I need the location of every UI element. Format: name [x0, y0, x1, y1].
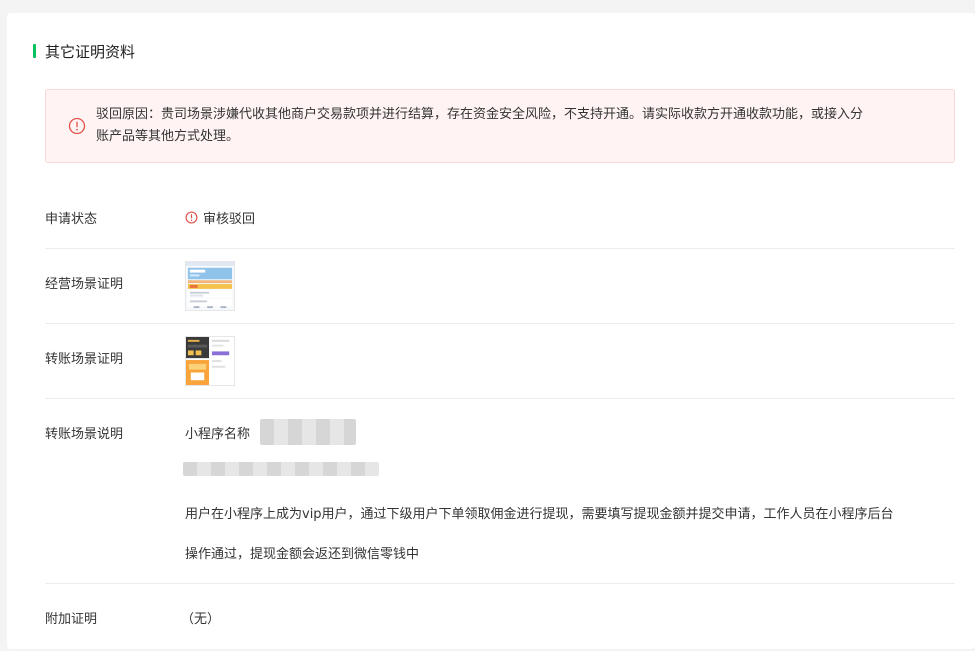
row-extra-proof: 附加证明 （无） [45, 584, 955, 644]
transfer-desc-label: 转账场景说明 [45, 427, 124, 442]
transfer-proof-thumbnail[interactable] [185, 336, 235, 386]
reject-reason-line-2: 账产品等其他方式处理。 [96, 129, 240, 144]
transfer-desc-line-1: 用户在小程序上成为vip用户，通过下级用户下单领取佣金进行提现，需要填写提现金额… [185, 507, 894, 522]
row-transfer-description: 转账场景说明 小程序名称 用户在小程序上成为vip用户，通过下级用户下单领取佣金… [45, 399, 955, 584]
status-label: 申请状态 [45, 212, 98, 227]
status-badge: 审核驳回 [185, 208, 255, 227]
title-accent-bar [33, 44, 36, 58]
screenshot-thumbnail-image [185, 336, 235, 386]
reject-reason-text: 驳回原因：贵司场景涉嫌代收其他商户交易款项并进行结算，存在资金安全风险，不支持开… [96, 104, 863, 148]
reject-reason-line-1: 驳回原因：贵司场景涉嫌代收其他商户交易款项并进行结算，存在资金安全风险，不支持开… [96, 107, 864, 122]
warning-circle-icon [68, 117, 86, 135]
row-application-status: 申请状态 审核驳回 [45, 188, 955, 249]
reject-alert: 驳回原因：贵司场景涉嫌代收其他商户交易款项并进行结算，存在资金安全风险，不支持开… [45, 89, 955, 163]
redacted-mini-program-name [260, 419, 357, 445]
section-title: 其它证明资料 [33, 41, 135, 61]
row-business-proof: 经营场景证明 [45, 249, 955, 324]
transfer-proof-label: 转账场景证明 [45, 352, 124, 367]
business-proof-thumbnail[interactable] [185, 261, 235, 311]
transfer-desc-line-2: 操作通过，提现金额会返还到微信零钱中 [185, 547, 420, 562]
mini-program-name-label: 小程序名称 [185, 426, 251, 442]
redacted-line [183, 461, 379, 476]
proof-card: 其它证明资料 驳回原因：贵司场景涉嫌代收其他商户交易款项并进行结算，存在资金安全… [7, 13, 975, 649]
section-title-text: 其它证明资料 [45, 42, 136, 61]
row-transfer-proof: 转账场景证明 [45, 324, 955, 399]
mini-program-name-line: 小程序名称 [185, 419, 357, 445]
extra-proof-value: （无） [181, 612, 221, 627]
business-proof-label: 经营场景证明 [45, 277, 124, 292]
redacted-text-block [183, 461, 379, 476]
status-value: 审核驳回 [203, 212, 256, 227]
warning-circle-icon [185, 211, 198, 224]
extra-proof-label: 附加证明 [45, 612, 98, 627]
screenshot-thumbnail-image [185, 261, 235, 311]
